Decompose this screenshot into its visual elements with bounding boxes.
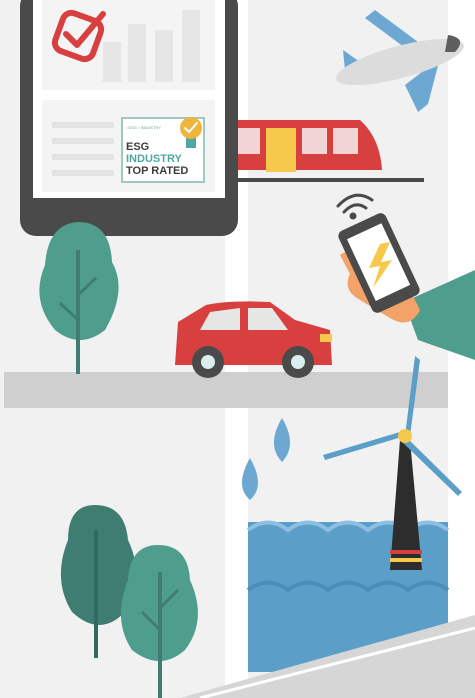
report-text-line bbox=[52, 154, 114, 160]
report-text-line bbox=[52, 122, 114, 128]
tablet-report: • ESG • INDUSTRY ESG INDUSTRY TOP RATED bbox=[20, 0, 238, 236]
esg-illustration: • ESG • INDUSTRY ESG INDUSTRY TOP RATED bbox=[0, 0, 475, 698]
report-bar bbox=[155, 30, 173, 82]
badge-line-industry: INDUSTRY bbox=[126, 153, 182, 165]
report-text-line bbox=[52, 170, 114, 176]
report-bar bbox=[182, 10, 200, 82]
report-bar bbox=[103, 42, 121, 82]
report-text-line bbox=[52, 138, 114, 144]
badge-microtext: • ESG • INDUSTRY bbox=[126, 125, 161, 130]
badge-line-esg: ESG bbox=[126, 141, 149, 153]
report-bar bbox=[128, 24, 146, 82]
road-band bbox=[4, 372, 448, 408]
badge-line-top-rated: TOP RATED bbox=[126, 165, 188, 177]
esg-rating-badge: • ESG • INDUSTRY ESG INDUSTRY TOP RATED bbox=[121, 117, 205, 183]
